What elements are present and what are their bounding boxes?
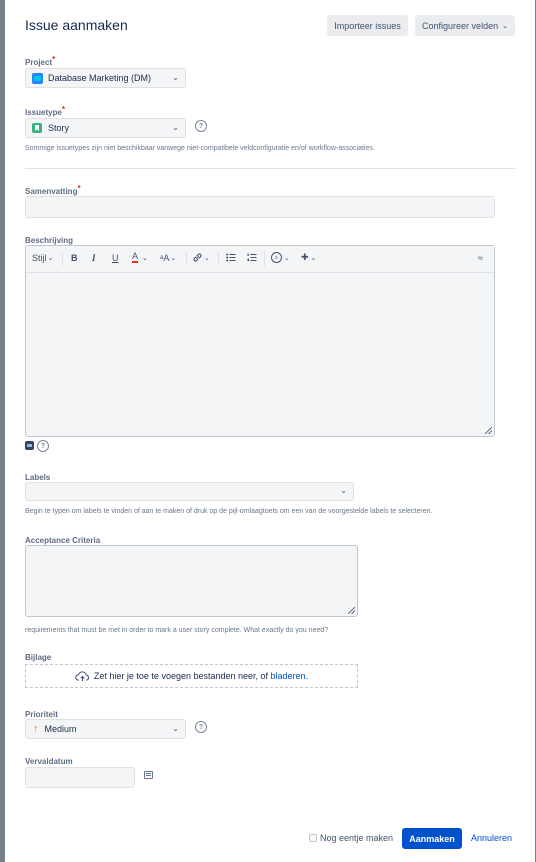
chevron-down-icon: ⌄ — [172, 123, 179, 132]
toolbar-separator — [264, 252, 265, 266]
required-marker: * — [52, 55, 56, 64]
description-textarea[interactable] — [26, 273, 494, 436]
link-button[interactable]: ⌄ — [192, 252, 210, 263]
chevron-down-icon: ⌄ — [284, 254, 290, 262]
italic-button[interactable]: I — [92, 253, 96, 263]
help-icon[interactable]: ? — [195, 120, 207, 132]
underline-button[interactable]: U — [112, 253, 119, 263]
summary-input[interactable] — [25, 196, 495, 218]
create-another-label[interactable]: Nog eentje maken — [320, 833, 393, 843]
required-marker: * — [77, 184, 81, 193]
duedate-label: Vervaldatum — [25, 757, 73, 766]
chevron-down-icon: ⌄ — [502, 22, 508, 30]
acceptance-note: requirements that must be met in order t… — [25, 627, 329, 634]
create-issue-dialog: Issue aanmaken Importeer issues Configur… — [5, 0, 535, 862]
labels-select[interactable]: ⌄ — [25, 482, 354, 501]
numbered-list-icon — [247, 253, 257, 261]
labels-label: Labels — [25, 473, 51, 482]
text-color-icon: A — [132, 251, 139, 263]
bullet-list-button[interactable] — [226, 253, 236, 262]
priority-medium-icon: ↑ — [33, 723, 39, 735]
issuetype-select-value: Story — [48, 123, 70, 133]
browse-link[interactable]: bladeren — [271, 671, 306, 681]
attachment-label: Bijlage — [25, 653, 52, 662]
import-issues-button[interactable]: Importeer issues — [327, 15, 408, 36]
toolbar-separator — [218, 252, 219, 266]
toolbar-separator — [186, 252, 187, 266]
chevron-down-icon: ⌄ — [310, 254, 317, 262]
emoji-icon: ≡ — [271, 252, 282, 263]
cancel-link[interactable]: Annuleren — [471, 833, 512, 843]
attachment-dropzone[interactable]: Zet hier je toe te voegen bestanden neer… — [25, 664, 358, 688]
section-divider — [25, 168, 515, 169]
attachment-drop-text: Zet hier je toe te voegen bestanden neer… — [93, 671, 271, 681]
description-editor: Stijl ⌄ B I U A ⌄ ᵃA ⌄ ⌄ ≡ ⌄ ✚ ⌄ ≈ — [25, 245, 495, 437]
create-button[interactable]: Aanmaken — [402, 828, 462, 849]
toolbar-separator — [62, 252, 63, 266]
chevron-down-icon: ⌄ — [340, 486, 347, 495]
summary-label: Samenvatting* — [25, 184, 81, 196]
chevron-down-icon: ⌄ — [47, 255, 54, 262]
editor-mode-icon[interactable] — [25, 441, 34, 450]
description-label: Beschrijving — [25, 236, 74, 245]
more-formatting-button[interactable]: ᵃA ⌄ — [160, 253, 176, 263]
calendar-icon[interactable] — [144, 771, 153, 779]
project-select-value: Database Marketing (DM) — [48, 73, 152, 83]
priority-select-value: Medium — [44, 724, 77, 734]
help-icon[interactable]: ? — [195, 721, 207, 733]
duedate-input[interactable] — [25, 767, 135, 788]
attachment-drop-suffix: . — [305, 671, 309, 681]
project-avatar-icon — [32, 72, 43, 84]
issuetype-label-text: Issuetype — [25, 108, 62, 117]
chevron-down-icon: ⌄ — [172, 73, 179, 82]
link-icon — [193, 253, 202, 262]
project-label-text: Project — [25, 58, 53, 67]
acceptance-label: Acceptance Criteria — [25, 536, 101, 545]
chevron-down-icon: ⌄ — [170, 255, 177, 262]
emoji-button[interactable]: ≡ ⌄ — [271, 252, 290, 263]
resize-handle-icon[interactable] — [485, 427, 492, 434]
numbered-list-button[interactable] — [247, 253, 257, 262]
bullet-list-icon — [226, 253, 236, 262]
style-dropdown-label: Stijl — [32, 253, 47, 263]
required-marker: * — [61, 105, 66, 114]
editor-toolbar: Stijl ⌄ B I U A ⌄ ᵃA ⌄ ⌄ ≡ ⌄ ✚ ⌄ ≈ — [26, 246, 494, 273]
plus-icon: ✚ — [301, 252, 309, 262]
issuetype-select[interactable]: Story ⌄ — [25, 118, 186, 138]
configure-fields-label: Configureer velden — [422, 20, 499, 31]
story-icon — [32, 123, 42, 133]
create-another-checkbox[interactable] — [309, 834, 317, 842]
summary-label-text: Samenvatting — [25, 187, 78, 196]
chevron-down-icon: ⌄ — [142, 254, 148, 262]
collapse-toolbar-icon[interactable]: ≈ — [478, 253, 483, 263]
help-icon[interactable]: ? — [37, 440, 49, 452]
project-select[interactable]: Database Marketing (DM) ⌄ — [25, 68, 186, 88]
resize-handle-icon[interactable] — [348, 607, 355, 614]
issuetype-note: Sommige issuetypes zijn niet beschikbaar… — [25, 145, 375, 152]
labels-note: Begin te typen om labels te vinden of aa… — [25, 508, 433, 515]
more-formatting-icon: ᵃA — [160, 253, 170, 263]
issuetype-label: Issuetype* — [25, 105, 66, 117]
chevron-down-icon: ⌄ — [204, 254, 210, 262]
chevron-down-icon: ⌄ — [172, 724, 179, 733]
insert-button[interactable]: ✚ ⌄ — [301, 252, 316, 263]
text-color-button[interactable]: A ⌄ — [132, 252, 148, 263]
style-dropdown[interactable]: Stijl ⌄ — [32, 253, 53, 263]
priority-select[interactable]: ↑ Medium ⌄ — [25, 719, 186, 739]
project-label: Project* — [25, 55, 56, 67]
acceptance-textarea[interactable] — [25, 545, 358, 617]
priority-label: Prioriteit — [25, 710, 58, 719]
cloud-upload-icon — [75, 670, 89, 681]
dialog-title: Issue aanmaken — [25, 17, 128, 33]
bold-button[interactable]: B — [71, 253, 78, 263]
configure-fields-button[interactable]: Configureer velden ⌄ — [415, 15, 515, 36]
